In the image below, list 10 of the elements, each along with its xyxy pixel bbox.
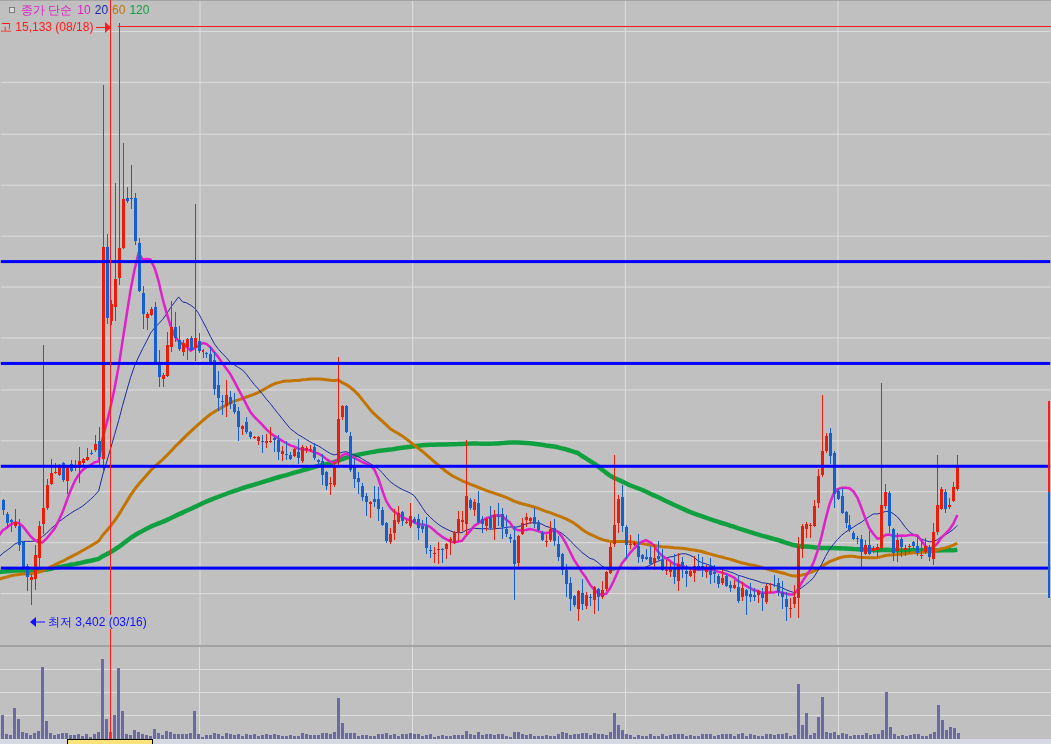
moving-average-period: 20: [94, 3, 109, 17]
high-price-label: 고 15,133 (08/18): [0, 20, 94, 34]
moving-average-period: 120: [129, 3, 150, 17]
left-arrow-icon: [30, 617, 45, 627]
moving-average-period: 10: [77, 3, 91, 17]
low-price-label: 최저 3,402 (03/16): [48, 615, 147, 629]
square-icon: [9, 7, 15, 13]
right-arrow-icon: [96, 21, 112, 33]
moving-average-period: 60: [112, 3, 126, 17]
legend-label: 종가 단순: [21, 3, 73, 17]
